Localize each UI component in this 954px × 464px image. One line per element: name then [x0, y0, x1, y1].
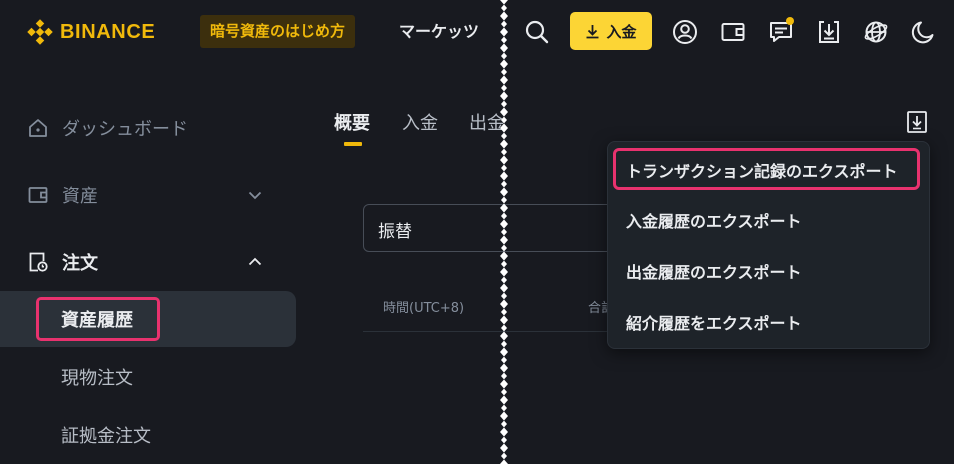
menu-item-label: 出金履歴のエクスポート	[626, 263, 802, 282]
deposit-button-label: 入金	[606, 22, 637, 41]
menu-item-export-withdrawal-history[interactable]: 出金履歴のエクスポート	[608, 247, 929, 295]
table-header-divider	[363, 331, 613, 332]
sidebar-item-assets[interactable]: 資産	[0, 173, 296, 217]
highlight-annotation-box	[36, 297, 160, 341]
messages-button[interactable]	[766, 17, 796, 47]
language-button[interactable]	[861, 17, 891, 47]
sidebar-subitem-label: 現物注文	[61, 368, 133, 389]
deposit-button[interactable]: 入金	[570, 12, 652, 50]
user-icon	[673, 20, 697, 44]
top-navigation-bar: BINANCE 暗号資産のはじめ方 マーケッツ 入金	[0, 0, 954, 64]
chevron-down-icon[interactable]	[246, 186, 264, 204]
download-app-icon	[819, 21, 839, 43]
sidebar-subitem-margin-orders[interactable]: 証拠金注文	[0, 407, 296, 463]
binance-logo-icon	[27, 19, 53, 45]
brand-name: BINANCE	[60, 20, 156, 43]
sidebar-item-label: ダッシュボード	[62, 119, 188, 140]
sidebar-item-label: 資産	[62, 186, 98, 207]
sidebar-subitem-spot-orders[interactable]: 現物注文	[0, 349, 296, 405]
tab-overview[interactable]: 概要	[334, 112, 370, 136]
account-button[interactable]	[670, 17, 700, 47]
search-icon	[525, 20, 549, 44]
orders-icon	[29, 252, 48, 272]
table-header-time: 時間(UTC+8)	[383, 301, 465, 316]
theme-toggle-button[interactable]	[908, 17, 938, 47]
screenshot-cut-divider	[500, 0, 508, 464]
sidebar-item-orders[interactable]: 注文	[0, 240, 296, 284]
getting-started-button[interactable]: 暗号資産のはじめ方	[200, 15, 356, 48]
tab-deposit[interactable]: 入金	[402, 112, 438, 136]
search-button[interactable]	[522, 17, 552, 47]
menu-item-label: 紹介履歴をエクスポート	[626, 314, 802, 333]
export-download-icon[interactable]	[906, 110, 928, 134]
home-icon	[29, 119, 47, 137]
active-tab-indicator	[344, 142, 362, 146]
markets-nav-link[interactable]: マーケッツ	[399, 20, 479, 44]
binance-logo[interactable]: BINANCE	[26, 18, 155, 46]
wallet-button[interactable]	[718, 17, 748, 47]
menu-item-export-deposit-history[interactable]: 入金履歴のエクスポート	[608, 196, 929, 244]
wallet-icon	[721, 23, 745, 41]
download-app-button[interactable]	[814, 17, 844, 47]
notification-dot	[786, 17, 794, 25]
chevron-up-icon[interactable]	[246, 253, 264, 271]
deposit-icon	[586, 24, 599, 38]
highlight-annotation-box	[613, 148, 920, 190]
wallet-icon	[28, 187, 48, 203]
dark-mode-icon	[911, 21, 934, 44]
menu-item-label: 入金履歴のエクスポート	[626, 212, 802, 231]
sidebar-subitem-label: 証拠金注文	[61, 426, 151, 447]
menu-item-export-referral-history[interactable]: 紹介履歴をエクスポート	[608, 298, 929, 346]
transaction-type-value: 振替	[378, 222, 412, 242]
sidebar-item-dashboard[interactable]: ダッシュボード	[0, 106, 296, 150]
sidebar-item-label: 注文	[62, 253, 98, 274]
globe-icon	[864, 21, 888, 43]
